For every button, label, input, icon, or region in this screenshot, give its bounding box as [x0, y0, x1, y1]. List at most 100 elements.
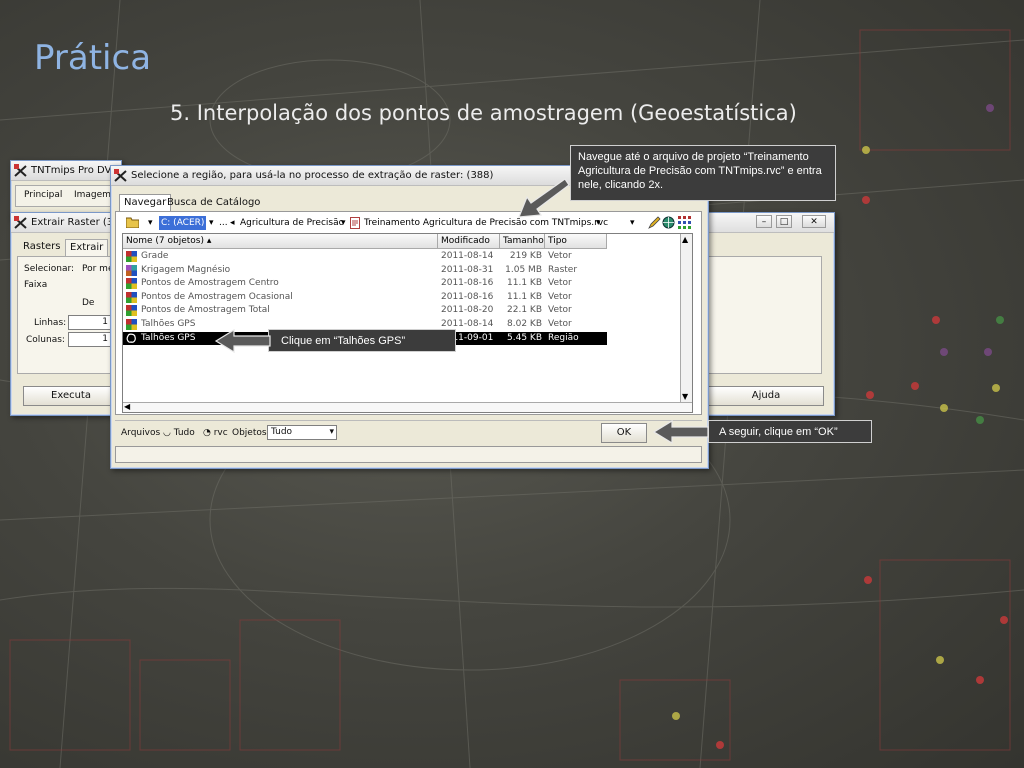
- tab-rasters[interactable]: Rasters: [19, 239, 64, 255]
- folder-crumb[interactable]: Agricultura de Precisão: [240, 215, 344, 231]
- menu-imagem[interactable]: Imagem: [74, 187, 111, 203]
- pencil-icon[interactable]: [648, 216, 661, 229]
- dialog-app-icon: [114, 169, 127, 182]
- column-type[interactable]: Tipo: [545, 234, 607, 249]
- ok-button[interactable]: OK: [601, 423, 647, 443]
- objects-label: Objetos: [232, 428, 267, 438]
- rvc-file-icon: [350, 217, 360, 229]
- tab-busca-catalogo[interactable]: Busca de Catálogo: [163, 195, 264, 211]
- file-name: Talhões GPS: [141, 332, 196, 343]
- scroll-left-icon[interactable]: ◀: [124, 402, 130, 411]
- menu-principal[interactable]: Principal: [24, 187, 62, 203]
- callout-ok-text: A seguir, clique em “OK”: [719, 426, 838, 438]
- grid-view-icon[interactable]: [678, 216, 691, 229]
- chevron-down-icon[interactable]: ▾: [630, 215, 635, 231]
- select-dropdown[interactable]: Por me: [82, 261, 113, 277]
- raster-icon: [126, 264, 137, 276]
- file-type: Vetor: [548, 251, 572, 261]
- callout-ok: A seguir, clique em “OK”: [708, 420, 872, 443]
- rows-field[interactable]: 1: [68, 315, 112, 330]
- vector-icon: [126, 319, 137, 330]
- file-size: 11.1 KB: [507, 291, 542, 302]
- radio-rvc[interactable]: ◔ rvc: [203, 425, 228, 441]
- file-type: Vetor: [548, 291, 572, 302]
- range-label: Faixa: [24, 280, 48, 290]
- help-button[interactable]: Ajuda: [708, 386, 824, 406]
- horizontal-scrollbar[interactable]: ◀: [123, 402, 692, 412]
- table-row[interactable]: Pontos de Amostragem Centro 2011-08-16 11.…: [123, 277, 607, 290]
- file-size: 5.45 KB: [507, 332, 542, 343]
- table-row[interactable]: Pontos de Amostragem Ocasional 2011-08-16…: [123, 291, 607, 304]
- file-type: Vetor: [548, 319, 572, 329]
- callout-talhoes-text: Clique em “Talhões GPS”: [281, 335, 406, 347]
- file-name: Talhões GPS: [141, 319, 196, 329]
- objects-select[interactable]: Tudo ▾: [267, 425, 337, 440]
- file-type: Região: [548, 332, 579, 343]
- close-icon[interactable]: ✕: [802, 215, 826, 228]
- table-row[interactable]: Pontos de Amostragem Total 2011-08-20 22.1…: [123, 304, 607, 317]
- execute-button[interactable]: Executa: [23, 386, 119, 406]
- sort-up-icon: ▴: [206, 236, 212, 246]
- chevron-down-icon[interactable]: ▾: [148, 215, 153, 231]
- globe-icon[interactable]: [662, 216, 675, 229]
- column-modified[interactable]: Modificado: [438, 234, 500, 249]
- file-modified: 2011-08-20: [441, 305, 494, 316]
- tntmips-app-icon: [14, 164, 27, 177]
- chevron-down-icon[interactable]: ▾: [596, 215, 601, 231]
- scroll-down-icon[interactable]: ▼: [682, 392, 688, 401]
- table-row[interactable]: Grade 2011-08-14 219 KB Vetor: [123, 250, 607, 263]
- file-size: 22.1 KB: [507, 305, 542, 316]
- file-type: Vetor: [548, 305, 572, 316]
- file-size: 1.05 MB: [505, 264, 542, 275]
- extract-app-icon: [14, 216, 27, 229]
- file-name: Pontos de Amostragem Centro: [141, 278, 279, 289]
- select-label: Selecionar:: [24, 264, 75, 274]
- minimize-icon[interactable]: –: [756, 215, 772, 228]
- chevron-left-icon[interactable]: ◂: [230, 215, 235, 231]
- rows-label: Linhas:: [34, 318, 67, 328]
- vertical-scrollbar[interactable]: ▲ ▼: [680, 234, 692, 412]
- radio-tudo-label: Tudo: [173, 428, 195, 438]
- file-size: 219 KB: [509, 251, 542, 261]
- column-name[interactable]: Nome (7 objetos) ▴: [123, 234, 438, 249]
- tntmips-titlebar[interactable]: TNTmips Pro DV 20: [11, 161, 121, 181]
- table-row[interactable]: Krigagem Magnésio 2011-08-31 1.05 MB Raster: [123, 264, 607, 277]
- file-size: 8.02 KB: [507, 319, 542, 329]
- callout-talhoes: Clique em “Talhões GPS”: [268, 329, 456, 352]
- file-list[interactable]: Nome (7 objetos) ▴ Modificado Tamanho Ti…: [122, 233, 693, 413]
- file-size: 11.1 KB: [507, 278, 542, 289]
- cols-label: Colunas:: [26, 335, 65, 345]
- file-modified: 2011-08-16: [441, 278, 494, 289]
- file-modified: 2011-08-14: [441, 251, 494, 261]
- chevron-down-icon[interactable]: ▾: [209, 215, 214, 231]
- folder-icon[interactable]: [126, 217, 139, 228]
- radio-tudo[interactable]: ◡ Tudo: [163, 425, 195, 441]
- callout-navigate: Navegue até o arquivo de projeto “Treina…: [570, 145, 836, 201]
- vector-icon: [126, 305, 137, 317]
- cols-field[interactable]: 1: [68, 332, 112, 347]
- chevron-down-icon[interactable]: ▾: [341, 215, 346, 231]
- ellipsis-crumb[interactable]: ...: [219, 215, 228, 231]
- radio-rvc-label: rvc: [213, 428, 228, 438]
- status-bar: [115, 446, 702, 463]
- column-size[interactable]: Tamanho: [500, 234, 545, 249]
- file-name: Grade: [141, 251, 169, 261]
- vector-icon: [126, 251, 137, 262]
- dialog-title: Selecione a região, para usá-la no proce…: [131, 170, 494, 181]
- tab-extrair[interactable]: Extrair: [65, 239, 109, 256]
- scroll-up-icon[interactable]: ▲: [682, 235, 688, 244]
- slide-title: Prática: [34, 38, 152, 78]
- file-name: Pontos de Amostragem Total: [141, 305, 270, 316]
- slide-subtitle: 5. Interpolação dos pontos de amostragem…: [170, 101, 797, 125]
- file-modified: 2011-08-31: [441, 264, 494, 275]
- callout-arrow-icon: [214, 328, 271, 354]
- vector-icon: [126, 278, 137, 290]
- file-name: Pontos de Amostragem Ocasional: [141, 291, 293, 302]
- files-label: Arquivos: [121, 428, 161, 438]
- file-name: Krigagem Magnésio: [141, 264, 231, 275]
- tntmips-main-window: TNTmips Pro DV 20 Principal Imagem: [10, 160, 122, 219]
- drive-crumb[interactable]: C: (ACER): [159, 216, 207, 230]
- chevron-down-icon: ▾: [329, 427, 334, 437]
- maximize-icon[interactable]: □: [776, 215, 792, 228]
- vector-icon: [126, 291, 137, 303]
